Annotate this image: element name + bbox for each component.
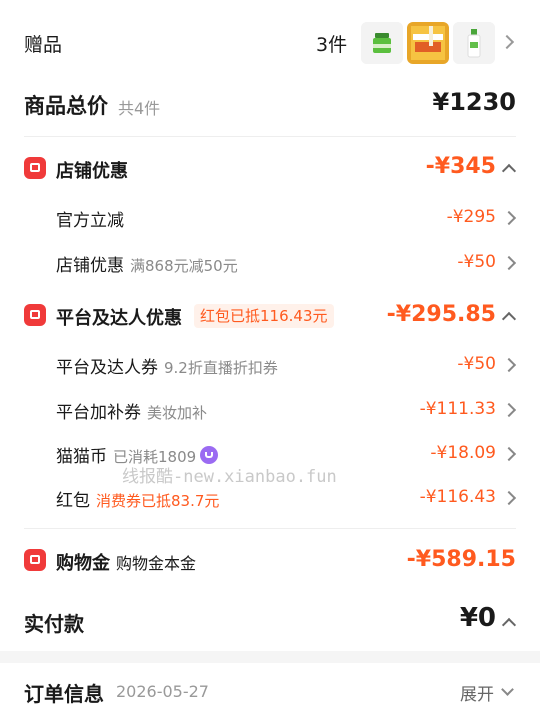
chevron-right-icon <box>501 446 517 462</box>
divider <box>24 136 516 137</box>
shopping-gold-amount: -¥589.15 <box>406 547 516 572</box>
item-amount: -¥50 <box>457 252 496 272</box>
item-amount: -¥111.33 <box>419 399 496 419</box>
order-detail-page: 赠品 3件 商品总价 共4件 ¥1230 店铺优惠 -¥345 官方立减 -¥2… <box>0 0 540 719</box>
gift-count: 3件 <box>316 34 348 56</box>
store-discount-amount: -¥345 <box>425 154 496 179</box>
item-amount: -¥50 <box>457 354 496 374</box>
item-label: 店铺优惠 满868元减50元 <box>56 256 238 276</box>
order-info-title: 订单信息 <box>24 682 104 706</box>
order-date: 2026-05-27 <box>116 682 209 701</box>
gift-label: 赠品 <box>24 34 63 56</box>
total-count: 共4件 <box>118 99 161 118</box>
chevron-right-icon <box>501 255 517 271</box>
item-amount: -¥18.09 <box>430 443 496 463</box>
item-label: 平台及达人券 9.2折直播折扣券 <box>56 358 278 378</box>
chevron-down-icon <box>501 683 514 696</box>
item-label: 官方立减 <box>56 211 124 231</box>
divider <box>24 528 516 529</box>
item-amount: -¥295 <box>446 207 496 227</box>
shopping-gold-title: 购物金 购物金本金 <box>56 553 197 574</box>
store-discount-title: 店铺优惠 <box>56 161 128 182</box>
chevron-right-icon <box>501 357 517 373</box>
chevron-up-icon <box>501 163 517 179</box>
chevron-right-icon <box>499 34 515 50</box>
gift-thumbnail-green-jar[interactable] <box>361 22 403 64</box>
payment-amount: ¥0 <box>459 603 496 633</box>
platform-discount-title: 平台及达人优惠 <box>56 308 182 329</box>
chevron-up-icon <box>501 617 517 633</box>
item-amount: -¥116.43 <box>419 487 496 507</box>
section-separator <box>0 651 540 663</box>
gift-row[interactable]: 赠品 3件 <box>0 0 540 86</box>
gift-thumbnail-orange-box[interactable] <box>407 22 449 64</box>
payment-label: 实付款 <box>24 612 84 636</box>
watermark-text: 线报酷-new.xianbao.fun <box>122 467 337 487</box>
item-label: 平台加补券 美妆加补 <box>56 403 208 423</box>
coupon-icon <box>24 304 46 326</box>
total-title: 商品总价 <box>24 94 108 118</box>
platform-discount-amount: -¥295.85 <box>386 302 496 327</box>
item-label: 红包 消费券已抵83.7元 <box>56 491 220 511</box>
gift-thumbnail-white-bottle[interactable] <box>453 22 495 64</box>
chevron-right-icon <box>501 490 517 506</box>
total-price: ¥1230 <box>432 88 517 116</box>
store-icon <box>24 157 46 179</box>
red-packet-tag: 红包已抵116.43元 <box>194 304 334 328</box>
chevron-right-icon <box>501 210 517 226</box>
chevron-right-icon <box>501 402 517 418</box>
expand-button[interactable]: 展开 <box>460 680 494 705</box>
bag-icon <box>24 549 46 571</box>
chevron-up-icon <box>501 311 517 327</box>
